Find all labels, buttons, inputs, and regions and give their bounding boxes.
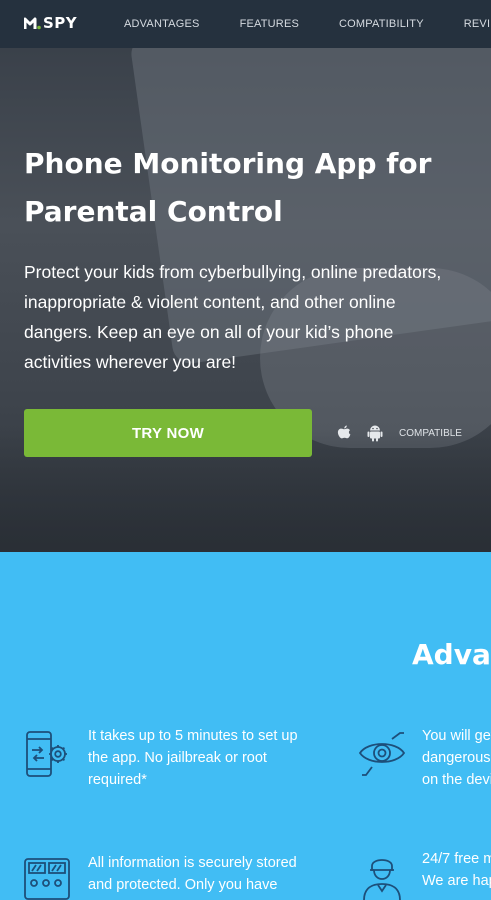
hero-title-line-2: Parental Control [24,195,283,228]
nav-link-reviews[interactable]: REVIEWS [464,18,491,30]
support-agent-icon [363,859,401,900]
advantages-title: Advantages [412,638,491,671]
nav-links: ADVANTAGES FEATURES COMPATIBILITY REVIEW… [124,0,491,48]
top-nav: SPY ADVANTAGES FEATURES COMPATIBILITY RE… [0,0,491,48]
android-icon [367,424,383,442]
advantage-line: on the device [422,772,491,788]
hero-title: Phone Monitoring App for Parental Contro… [24,140,484,236]
nav-link-advantages[interactable]: ADVANTAGES [124,18,200,30]
eye-icon [358,732,406,776]
advantage-line: and protected. Only you have [88,877,278,893]
hero-description: Protect your kids from cyberbullying, on… [24,257,491,377]
m-logo-icon [24,17,41,30]
advantage-line: 24/7 free multilingual support. [422,851,491,867]
advantage-line: the app. No jailbreak or root [88,750,267,766]
hero-title-line-1: Phone Monitoring App for [24,147,432,180]
advantage-line: We are happy to help [422,873,491,889]
hero-description-line-3: dangers. Keep an eye on all of your kid’… [24,322,394,342]
keypad-lock-icon [24,858,70,900]
hero-description-line-1: Protect your kids from cyberbullying, on… [24,262,442,282]
advantage-text-security: All information is securely stored and p… [88,852,297,896]
advantages-section: Advantages It takes up to 5 minutes to s… [0,552,491,900]
advantage-line: dangerous words [422,750,491,766]
compatible-label: COMPATIBLE [399,427,462,439]
advantage-text-setup: It takes up to 5 minutes to set up the a… [88,725,298,791]
nav-link-features[interactable]: FEATURES [240,18,299,30]
hero-section: Phone Monitoring App for Parental Contro… [0,48,491,552]
hero-description-line-4: activities wherever you are! [24,352,237,372]
advantage-line: required* [88,772,147,788]
advantage-text-support: 24/7 free multilingual support. We are h… [422,848,491,892]
try-now-button[interactable]: TRY NOW [24,409,312,457]
compatibility-badge: COMPATIBLE [336,424,462,442]
logo-text: SPY [43,14,78,32]
hero-description-line-2: inappropriate & violent content, and oth… [24,292,396,312]
advantage-line: It takes up to 5 minutes to set up [88,728,298,744]
advantage-text-alerts: You will get alerts on dangerous words o… [422,725,491,791]
apple-icon [336,424,352,442]
mspy-logo[interactable]: SPY [24,13,77,33]
phone-gear-icon [26,731,67,777]
nav-link-compatibility[interactable]: COMPATIBILITY [339,18,424,30]
advantage-line: All information is securely stored [88,855,297,871]
advantage-line: You will get alerts on [422,728,491,744]
